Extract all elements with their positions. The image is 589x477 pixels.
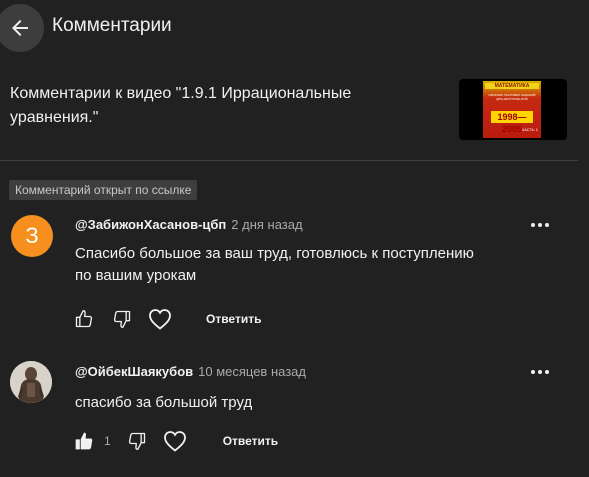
video-context[interactable]: Комментарии к видео "1.9.1 Иррациональны…: [10, 82, 410, 130]
comment-text: спасибо за большой труд: [75, 392, 565, 414]
comments-page: Комментарии Комментарии к видео "1.9.1 И…: [0, 0, 589, 477]
back-button[interactable]: [0, 4, 44, 52]
comment-author-line: @ОйбекШаякубов 10 месяцев назад: [75, 364, 306, 379]
heart-icon: [149, 309, 171, 330]
page-title: Комментарии: [52, 15, 172, 36]
dislike-button[interactable]: [125, 429, 149, 453]
thumb-down-icon: [128, 432, 145, 450]
thumbnail-mid-text: СБОРНИК ТЕСТОВЫХ ЗАДАНИЙ ДЛЯ АБИТУРИЕНТО…: [488, 93, 536, 101]
divider: [0, 160, 578, 161]
thumb-up-icon: [75, 310, 93, 328]
dislike-button[interactable]: [110, 307, 134, 331]
reply-button[interactable]: Ответить: [206, 312, 261, 326]
thumbnail-top-text: МАТЕМАТИКА: [485, 83, 539, 89]
comment-menu-button[interactable]: [528, 217, 552, 233]
comment-time[interactable]: 2 дня назад: [231, 217, 302, 232]
video-thumbnail[interactable]: МАТЕМАТИКА СБОРНИК ТЕСТОВЫХ ЗАДАНИЙ ДЛЯ …: [459, 79, 567, 140]
comment-text: Спасибо большое за ваш труд, готовлюсь к…: [75, 243, 565, 287]
reply-button[interactable]: Ответить: [223, 434, 278, 448]
header: Комментарии: [0, 0, 589, 56]
comment-author[interactable]: @ЗабижонХасанов-цбп: [75, 217, 226, 232]
like-button[interactable]: [72, 429, 96, 453]
comment-text-line2: по вашим урокам: [75, 267, 197, 284]
thumbnail-part: ЧАСТЬ 1: [521, 127, 538, 132]
thumbnail-years: 1998—2005: [491, 111, 533, 134]
thumb-up-icon: [75, 432, 93, 450]
comment-actions: 1 Ответить: [72, 429, 278, 453]
avatar-letter: З: [25, 223, 39, 248]
comment-menu-button[interactable]: [528, 364, 552, 380]
thumb-down-icon: [113, 310, 131, 328]
more-horizontal-icon: [531, 370, 549, 374]
comment-time[interactable]: 10 месяцев назад: [198, 364, 306, 379]
comment-author[interactable]: @ОйбекШаякубов: [75, 364, 193, 379]
comment-actions: Ответить: [72, 307, 261, 331]
heart-button[interactable]: [161, 429, 189, 453]
like-button[interactable]: [72, 307, 96, 331]
heart-icon: [163, 431, 186, 452]
like-count: 1: [104, 434, 111, 448]
more-horizontal-icon: [531, 223, 549, 227]
avatar-photo-icon: [10, 361, 52, 403]
thumbnail-cover: МАТЕМАТИКА СБОРНИК ТЕСТОВЫХ ЗАДАНИЙ ДЛЯ …: [483, 81, 541, 138]
comment-author-line: @ЗабижонХасанов-цбп 2 дня назад: [75, 217, 303, 232]
comment-text-line1: спасибо за большой труд: [75, 394, 253, 411]
video-context-line1: Комментарии к видео "1.9.1 Иррациональны…: [10, 85, 352, 102]
heart-button[interactable]: [146, 307, 174, 331]
comment-text-line1: Спасибо большое за ваш труд, готовлюсь к…: [75, 245, 474, 262]
highlighted-comment-badge: Комментарий открыт по ссылке: [9, 180, 198, 200]
video-context-line2: уравнения.": [10, 109, 99, 126]
avatar[interactable]: З: [11, 215, 53, 257]
avatar[interactable]: [10, 361, 52, 403]
arrow-left-icon: [12, 20, 28, 36]
